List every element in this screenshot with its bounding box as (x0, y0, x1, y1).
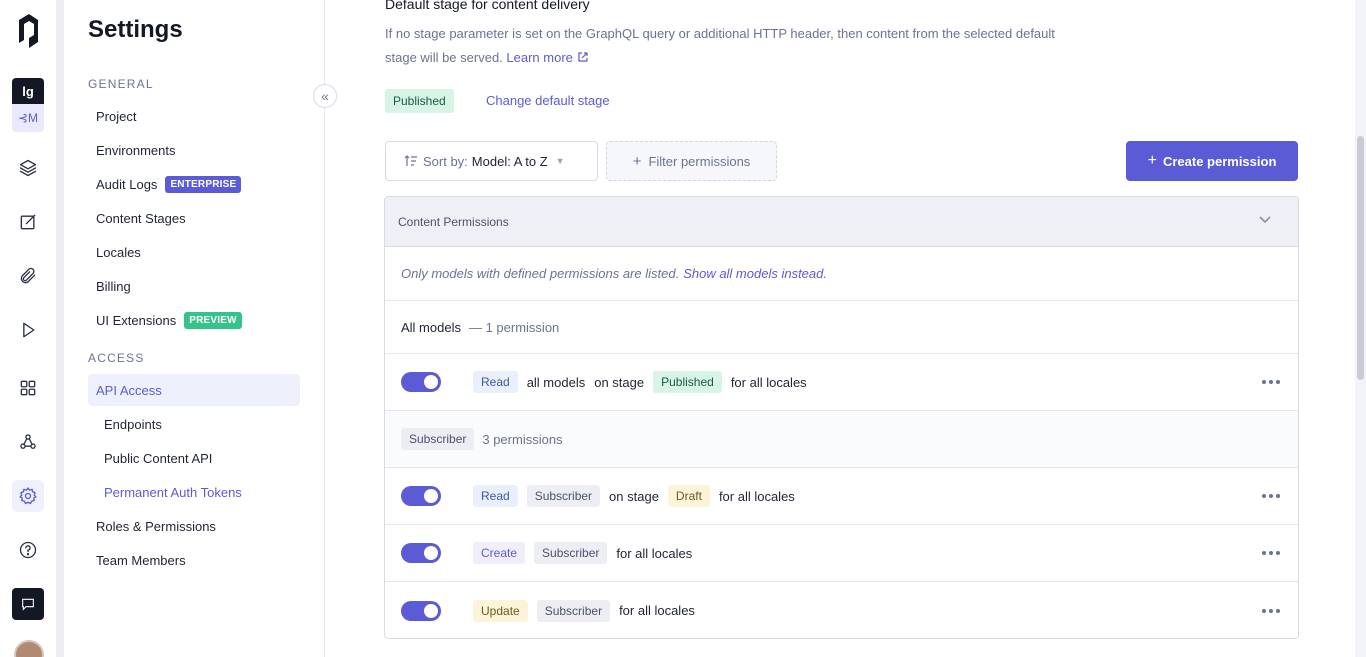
main-content: Default stage for content delivery If no… (325, 0, 1355, 657)
stage-tag: Draft (667, 485, 710, 507)
permission-toggle[interactable] (401, 372, 441, 392)
create-permission-button[interactable]: + Create permission (1126, 141, 1298, 181)
model-tag: Subscriber (536, 599, 611, 622)
permission-row: Create Subscriber for all locales (385, 525, 1298, 582)
permission-toggle[interactable] (401, 486, 441, 506)
project-badge[interactable]: lg (12, 78, 44, 104)
action-tag: Create (473, 542, 526, 564)
more-options-icon[interactable] (1262, 608, 1280, 613)
permission-row: Read all models on stage Published for a… (385, 354, 1298, 411)
model-tag: Subscriber (534, 542, 608, 564)
description-text: If no stage parameter is set on the Grap… (385, 26, 1055, 65)
show-all-models-link[interactable]: Show all models instead. (683, 266, 827, 281)
sidebar-item-ui-extensions[interactable]: UI Extensions PREVIEW (88, 304, 300, 336)
filter-permissions-button[interactable]: + Filter permissions (606, 141, 777, 181)
info-row: Only models with defined permissions are… (385, 247, 1298, 301)
learn-more-link[interactable]: Learn more (506, 50, 588, 65)
preview-badge: PREVIEW (184, 311, 242, 329)
sort-value: Model: A to Z (471, 153, 548, 169)
panel-title: Content Permissions (398, 214, 509, 229)
section-label-general: GENERAL (88, 77, 154, 91)
external-link-icon (577, 52, 588, 62)
info-text: Only models with defined permissions are… (401, 266, 680, 281)
sidebar-item-permanent-auth-tokens[interactable]: Permanent Auth Tokens (96, 476, 300, 508)
avatar[interactable] (14, 640, 44, 657)
environment-badge[interactable]: ⊰ M (12, 104, 44, 132)
group-name: Subscriber (401, 428, 475, 450)
permission-toggle[interactable] (401, 543, 441, 563)
help-icon[interactable] (12, 534, 44, 566)
chat-icon[interactable] (12, 588, 44, 620)
permission-toggle[interactable] (401, 600, 441, 621)
more-options-icon[interactable] (1262, 494, 1280, 498)
sort-dropdown[interactable]: Sort by: Model: A to Z ▼ (385, 141, 598, 181)
group-count: — 1 permission (468, 319, 560, 335)
chevron-down-icon[interactable] (1257, 211, 1273, 227)
sidebar-item-team-members[interactable]: Team Members (88, 544, 300, 576)
default-stage-tag: Published (385, 89, 454, 113)
page-scrollbar[interactable] (1355, 0, 1366, 657)
permission-row: Read Subscriber on stage Draft for all l… (385, 468, 1298, 525)
action-tag: Read (473, 485, 518, 507)
sort-prefix: Sort by: (423, 153, 468, 169)
sidebar-item-roles-permissions[interactable]: Roles & Permissions (88, 510, 300, 542)
webhooks-icon[interactable] (12, 426, 44, 458)
model-tag: Subscriber (526, 485, 601, 507)
panel-header[interactable]: Content Permissions (385, 197, 1298, 247)
default-stage-description: If no stage parameter is set on the Grap… (385, 22, 1085, 70)
hygraph-logo-icon[interactable] (16, 10, 42, 50)
permission-row: Update Subscriber for all locales (385, 582, 1298, 638)
more-options-icon[interactable] (1262, 551, 1280, 555)
action-tag: Read (473, 371, 518, 393)
playground-icon[interactable] (12, 314, 44, 346)
more-options-icon[interactable] (1262, 380, 1280, 384)
sort-icon (404, 155, 417, 166)
stage-tag: Published (653, 371, 722, 393)
default-stage-heading: Default stage for content delivery (385, 0, 590, 12)
apps-icon[interactable] (12, 372, 44, 404)
page-title: Settings (88, 16, 183, 43)
model-text: all models (526, 374, 586, 390)
action-tag: Update (473, 599, 528, 622)
group-name: All models (401, 319, 461, 335)
icon-rail: lg ⊰ M (0, 0, 56, 657)
on-stage-text: on stage (609, 488, 659, 504)
sidebar-item-project[interactable]: Project (88, 100, 300, 132)
locales-text: for all locales (730, 374, 807, 390)
sidebar-item-public-content-api[interactable]: Public Content API (96, 442, 300, 474)
assets-icon[interactable] (12, 260, 44, 292)
section-label-access: ACCESS (88, 351, 145, 365)
sidebar-item-billing[interactable]: Billing (88, 270, 300, 302)
rail-divider (56, 0, 64, 657)
scroll-thumb[interactable] (1357, 136, 1364, 380)
settings-sidebar: Settings GENERAL Project Environments Au… (64, 0, 325, 657)
sidebar-item-endpoints[interactable]: Endpoints (96, 408, 300, 440)
sidebar-item-label: UI Extensions (96, 312, 177, 328)
on-stage-text: on stage (594, 374, 645, 390)
locales-text: for all locales (619, 603, 695, 618)
sidebar-item-audit-logs[interactable]: Audit Logs ENTERPRISE (88, 168, 300, 200)
enterprise-badge: ENTERPRISE (165, 175, 242, 193)
chevron-down-icon: ▼ (555, 156, 565, 166)
group-count: 3 permissions (482, 431, 563, 447)
content-icon[interactable] (12, 206, 44, 238)
group-row-subscriber: Subscriber 3 permissions (385, 411, 1298, 468)
branch-icon: ⊰ (17, 111, 29, 125)
sidebar-item-content-stages[interactable]: Content Stages (88, 202, 300, 234)
change-default-stage-link[interactable]: Change default stage (486, 93, 610, 108)
environment-label: M (28, 111, 39, 125)
plus-icon: + (632, 152, 642, 170)
sidebar-item-environments[interactable]: Environments (88, 134, 300, 166)
settings-icon[interactable] (12, 480, 44, 512)
plus-icon: + (1147, 152, 1157, 169)
schema-icon[interactable] (12, 152, 44, 184)
locales-text: for all locales (616, 545, 693, 561)
sidebar-item-label: Audit Logs (96, 176, 158, 192)
sidebar-item-locales[interactable]: Locales (88, 236, 300, 268)
content-permissions-panel: Content Permissions Only models with def… (384, 196, 1299, 639)
sidebar-item-api-access[interactable]: API Access (88, 374, 300, 406)
group-row-all-models: All models — 1 permission (385, 301, 1298, 354)
locales-text: for all locales (718, 488, 795, 504)
